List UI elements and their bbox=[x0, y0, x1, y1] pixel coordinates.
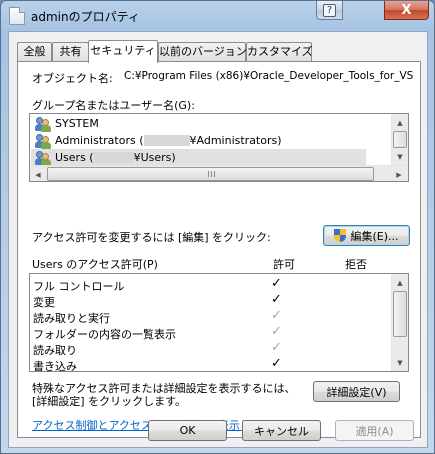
title-bar[interactable]: adminのプロパティ ? X bbox=[1, 1, 434, 31]
change-permissions-prompt: アクセス許可を変更するには [編集] をクリック: bbox=[32, 231, 271, 244]
allow-check-icon: ✓ bbox=[271, 356, 282, 371]
group-name: Users ( bbox=[55, 151, 94, 164]
tab-customize[interactable]: カスタマイズ bbox=[246, 42, 313, 61]
properties-window: adminのプロパティ ? X 全般 共有 セキュリティ 以前のバージョン カス… bbox=[0, 0, 435, 454]
cancel-button[interactable]: キャンセル bbox=[242, 420, 321, 441]
groups-vertical-scrollbar[interactable]: ▲ ▼ bbox=[391, 114, 408, 165]
scroll-thumb[interactable] bbox=[393, 291, 407, 337]
group-name: SYSTEM bbox=[55, 117, 99, 130]
list-item[interactable]: SYSTEM bbox=[31, 115, 366, 132]
dialog-client: 全般 共有 セキュリティ 以前のバージョン カスタマイズ オブジェクト名: C:… bbox=[8, 31, 428, 448]
apply-button[interactable]: 適用(A) bbox=[335, 420, 414, 441]
advanced-button[interactable]: 詳細設定(V) bbox=[313, 381, 400, 402]
deny-column-header: 拒否 bbox=[345, 258, 367, 271]
permissions-list: フル コントロール ✓ 変更 ✓ 読み取りと実行 ✓ フォルダーの内容の一覧表示… bbox=[29, 273, 409, 372]
allow-check-icon: ✓ bbox=[271, 340, 282, 355]
table-row: 読み取り ✓ bbox=[30, 340, 386, 357]
scroll-thumb[interactable] bbox=[47, 167, 374, 181]
scroll-down-icon[interactable]: ▼ bbox=[392, 354, 408, 371]
redacted-text bbox=[143, 135, 190, 146]
scroll-right-icon[interactable]: ▶ bbox=[391, 166, 407, 181]
permission-name: フル コントロール bbox=[33, 280, 125, 293]
table-row: フル コントロール ✓ bbox=[30, 276, 386, 293]
scroll-up-icon[interactable]: ▲ bbox=[392, 114, 408, 131]
help-button[interactable]: ? bbox=[316, 1, 343, 20]
permission-name: 変更 bbox=[33, 296, 55, 309]
group-suffix: ¥Administrators) bbox=[189, 134, 282, 147]
list-item[interactable]: Administrators ( ¥Administrators) bbox=[31, 132, 366, 149]
ok-button[interactable]: OK bbox=[148, 420, 227, 441]
permissions-title: Users のアクセス許可(P) bbox=[32, 258, 158, 271]
group-name: Administrators ( bbox=[55, 134, 144, 147]
tab-general[interactable]: 全般 bbox=[17, 42, 52, 61]
user-group-icon bbox=[35, 150, 51, 166]
allow-column-header: 許可 bbox=[273, 258, 295, 271]
table-row: フォルダーの内容の一覧表示 ✓ bbox=[30, 324, 386, 341]
groups-label: グループ名またはユーザー名(G): bbox=[32, 99, 195, 112]
tab-previous-versions[interactable]: 以前のバージョン bbox=[158, 42, 247, 61]
user-group-icon bbox=[35, 133, 51, 149]
permission-name: 読み取り bbox=[33, 344, 77, 357]
advanced-hint-line2: [詳細設定] をクリックします。 bbox=[32, 395, 186, 408]
table-row: 変更 ✓ bbox=[30, 292, 386, 309]
edit-button[interactable]: 編集(E)... bbox=[323, 225, 410, 246]
groups-horizontal-scrollbar[interactable]: ◀ ▶ bbox=[30, 165, 408, 181]
list-item[interactable]: Users ( ¥Users) bbox=[31, 149, 366, 166]
groups-list[interactable]: SYSTEM Administrators ( ¥Administrators)… bbox=[29, 113, 409, 182]
tab-security[interactable]: セキュリティ bbox=[88, 40, 158, 63]
user-group-icon bbox=[35, 116, 51, 132]
permissions-vertical-scrollbar[interactable]: ▲ ▼ bbox=[391, 274, 408, 371]
security-tab-panel: オブジェクト名: C:¥Program Files (x86)¥Oracle_D… bbox=[17, 61, 421, 438]
allow-check-icon: ✓ bbox=[271, 276, 282, 291]
object-name-value: C:¥Program Files (x86)¥Oracle_Developer_… bbox=[124, 70, 414, 82]
allow-check-icon: ✓ bbox=[271, 308, 282, 323]
permission-name: 読み取りと実行 bbox=[33, 312, 110, 325]
scroll-down-icon[interactable]: ▼ bbox=[392, 148, 408, 165]
allow-check-icon: ✓ bbox=[271, 292, 282, 307]
close-icon: X bbox=[401, 2, 412, 18]
uac-shield-icon bbox=[334, 229, 347, 242]
grip-icon bbox=[207, 171, 215, 177]
permission-name: 書き込み bbox=[33, 360, 77, 372]
scroll-left-icon[interactable]: ◀ bbox=[30, 166, 46, 181]
scroll-up-icon[interactable]: ▲ bbox=[392, 274, 408, 291]
redacted-text bbox=[93, 152, 134, 163]
edit-button-label: 編集(E)... bbox=[350, 229, 399, 243]
table-row: 読み取りと実行 ✓ bbox=[30, 308, 386, 325]
close-button[interactable]: X bbox=[384, 1, 429, 20]
help-icon: ? bbox=[323, 3, 336, 17]
window-title: adminのプロパティ bbox=[31, 10, 140, 24]
table-row: 書き込み ✓ bbox=[30, 356, 386, 372]
allow-check-icon: ✓ bbox=[271, 324, 282, 339]
object-name-label: オブジェクト名: bbox=[32, 72, 113, 85]
tab-sharing[interactable]: 共有 bbox=[52, 42, 89, 61]
scroll-thumb[interactable] bbox=[393, 131, 407, 148]
folder-document-icon bbox=[9, 7, 25, 25]
group-suffix: ¥Users) bbox=[133, 151, 176, 164]
permission-name: フォルダーの内容の一覧表示 bbox=[33, 328, 176, 341]
